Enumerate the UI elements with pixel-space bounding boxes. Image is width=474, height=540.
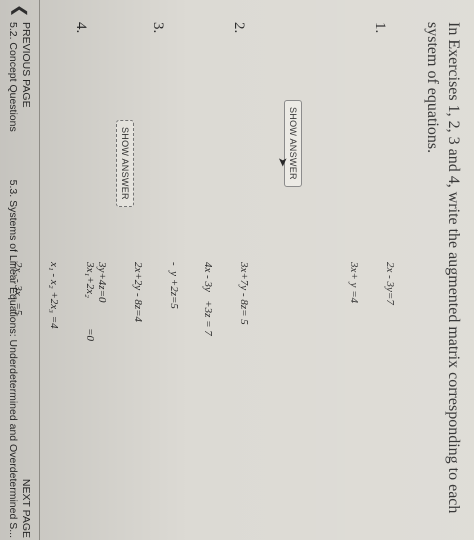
- footer-divider: [39, 0, 40, 540]
- equation-line: 3x₁+2x₂ =0: [84, 262, 96, 342]
- equation-line: 3x+ y =4: [348, 262, 360, 304]
- exercise-2-number: 2.: [231, 22, 247, 34]
- exercise-3-number: 3.: [150, 22, 166, 34]
- show-answer-button[interactable]: SHOW ANSWER: [116, 120, 134, 207]
- equation-line: x₁ - x₂ +2x₃ =4: [48, 262, 60, 329]
- equation-line: 3x+7y - 8z= 5: [238, 262, 250, 325]
- exercise-1-number: 1.: [372, 22, 388, 34]
- chevron-left-icon: ❮: [11, 4, 28, 18]
- next-page-label: NEXT PAGE: [20, 478, 32, 538]
- mouse-cursor-icon: ➤: [276, 157, 290, 168]
- equation-line: 2x - 3y=7: [384, 262, 396, 305]
- previous-page-title: 5.2. Concept Questions: [7, 22, 19, 132]
- previous-page-label: PREVIOUS PAGE: [20, 22, 32, 108]
- next-page-title: 5.3. Systems of Linear Equations: Underd…: [7, 179, 19, 538]
- textbook-page: In Exercises 1, 2, 3 and 4, write the au…: [0, 0, 474, 540]
- show-answer-button[interactable]: SHOW ANSWER: [284, 100, 302, 187]
- equation-line: 2x+2y - 8z=4: [132, 262, 144, 323]
- exercise-instructions: In Exercises 1, 2, 3 and 4, write the au…: [424, 22, 462, 514]
- exercise-4-number: 4.: [73, 22, 89, 34]
- equation-line: - y +2z=5: [168, 262, 180, 309]
- exercise-1-equations: 2x - 3y=7 3x+ y =4: [324, 262, 420, 305]
- next-page-link[interactable]: NEXT PAGE 5.3. Systems of Linear Equatio…: [0, 180, 36, 540]
